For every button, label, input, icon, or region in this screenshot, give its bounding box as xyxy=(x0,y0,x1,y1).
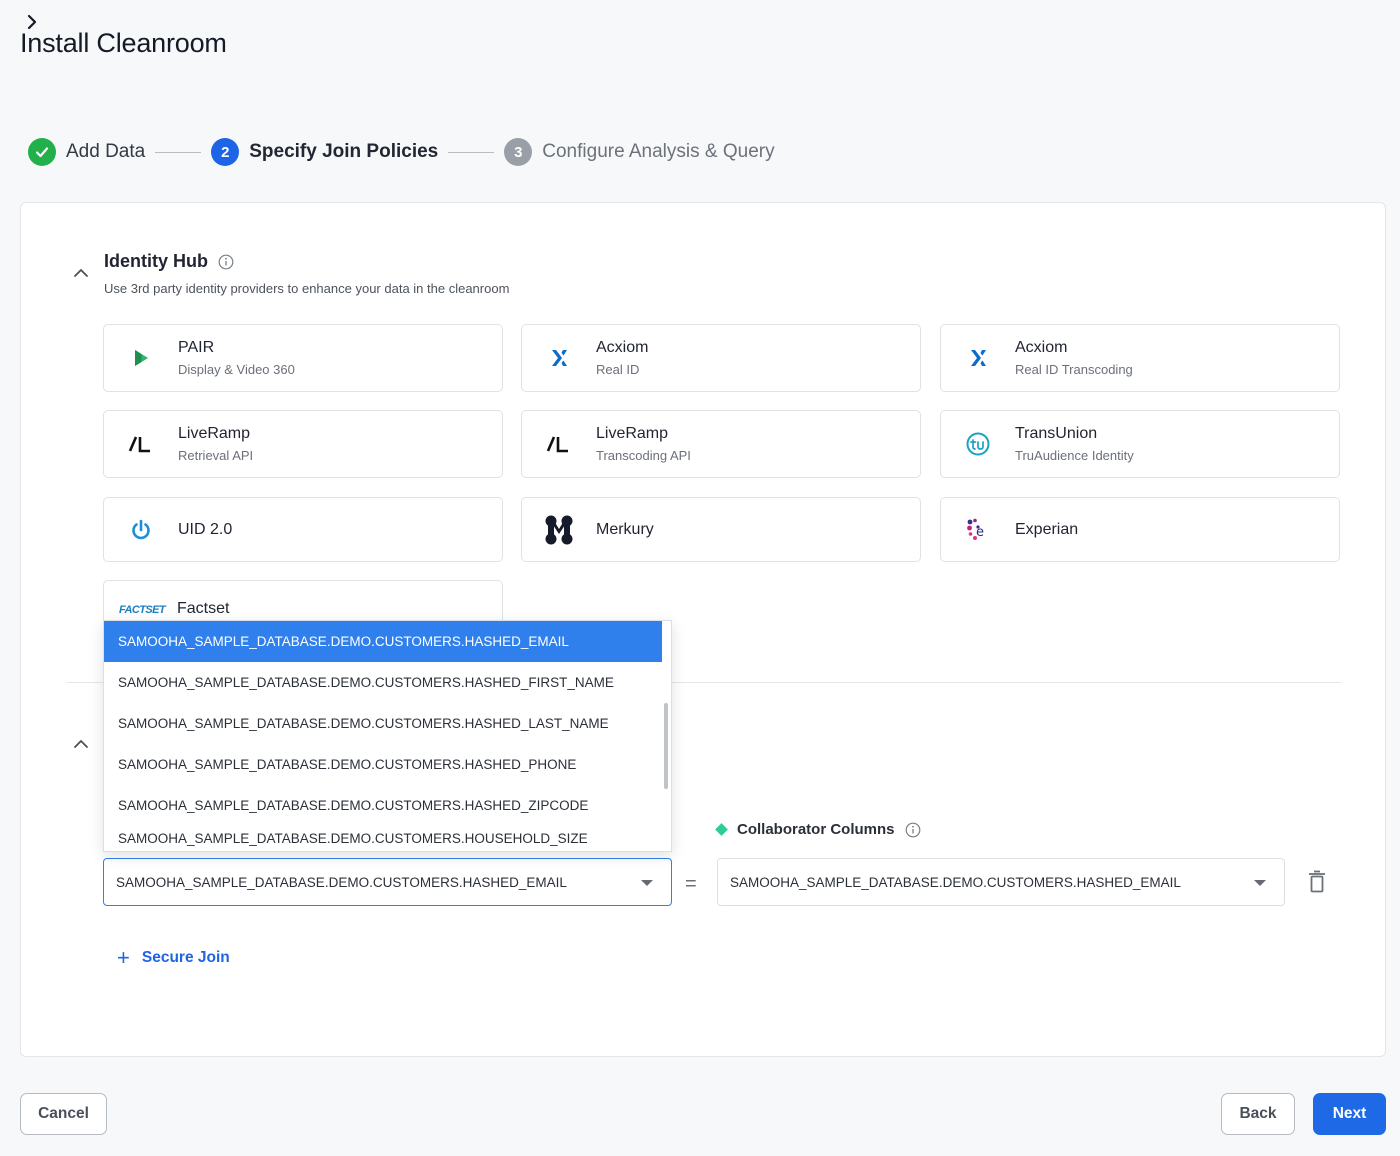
identity-hub-title-text: Identity Hub xyxy=(104,251,208,271)
dropdown-option[interactable]: SAMOOHA_SAMPLE_DATABASE.DEMO.CUSTOMERS.H… xyxy=(104,703,671,744)
provider-name: Acxiom xyxy=(596,339,649,356)
liveramp-icon xyxy=(541,426,577,462)
experian-icon: e xyxy=(960,512,996,548)
provider-desc: Real ID xyxy=(596,362,640,377)
main-card: Identity Hub Use 3rd party identity prov… xyxy=(20,202,1386,1057)
provider-tile-experian[interactable]: e Experian xyxy=(940,497,1340,562)
factset-logo-text: FACTSET xyxy=(119,604,166,616)
chevron-up-icon[interactable] xyxy=(73,736,89,752)
page-title: Install Cleanroom xyxy=(20,28,227,58)
check-icon xyxy=(28,138,56,166)
dropdown-option[interactable]: SAMOOHA_SAMPLE_DATABASE.DEMO.CUSTOMERS.H… xyxy=(104,621,662,662)
provider-desc: Retrieval API xyxy=(178,448,254,463)
provider-tile-acxiom-real-id[interactable]: Acxiom Real ID xyxy=(521,324,921,392)
svg-text:e: e xyxy=(976,525,984,540)
provider-name: TransUnion xyxy=(1015,425,1098,442)
column-dropdown-list[interactable]: SAMOOHA_SAMPLE_DATABASE.DEMO.CUSTOMERS.H… xyxy=(103,620,672,852)
transunion-icon xyxy=(960,426,996,462)
step-configure-analysis[interactable]: 3 Configure Analysis & Query xyxy=(504,138,775,166)
cancel-button[interactable]: Cancel xyxy=(20,1093,107,1135)
merkury-icon xyxy=(541,512,577,548)
provider-tile-merkury[interactable]: Merkury xyxy=(521,497,921,562)
provider-name: PAIR xyxy=(178,339,215,356)
back-button[interactable]: Back xyxy=(1221,1093,1295,1135)
provider-tile-liveramp-retrieval[interactable]: LiveRamp Retrieval API xyxy=(103,410,503,478)
trash-icon[interactable] xyxy=(1307,870,1327,894)
info-icon[interactable] xyxy=(218,254,234,270)
pair-play-icon xyxy=(123,340,159,376)
identity-hub-subtitle: Use 3rd party identity providers to enha… xyxy=(104,281,510,296)
collaborator-columns-label: Collaborator Columns xyxy=(715,821,921,838)
info-icon[interactable] xyxy=(905,822,921,838)
my-column-select[interactable]: SAMOOHA_SAMPLE_DATABASE.DEMO.CUSTOMERS.H… xyxy=(103,858,672,906)
provider-tile-acxiom-transcoding[interactable]: Acxiom Real ID Transcoding xyxy=(940,324,1340,392)
provider-name: Experian xyxy=(1015,520,1079,538)
provider-desc: Real ID Transcoding xyxy=(1015,362,1133,377)
provider-name: Merkury xyxy=(596,520,654,538)
provider-desc: Transcoding API xyxy=(596,448,691,463)
step-connector xyxy=(448,151,495,153)
dropdown-option[interactable]: SAMOOHA_SAMPLE_DATABASE.DEMO.CUSTOMERS.H… xyxy=(104,744,671,785)
plus-icon: + xyxy=(117,945,130,970)
provider-tile-transunion[interactable]: TransUnion TruAudience Identity xyxy=(940,410,1340,478)
provider-name: LiveRamp xyxy=(178,425,251,442)
provider-tile-liveramp-transcoding[interactable]: LiveRamp Transcoding API xyxy=(521,410,921,478)
identity-hub-title: Identity Hub xyxy=(104,251,234,272)
provider-desc: Display & Video 360 xyxy=(178,362,295,377)
step-label: Specify Join Policies xyxy=(249,141,439,162)
provider-desc: TruAudience Identity xyxy=(1015,448,1134,463)
provider-name: LiveRamp xyxy=(596,425,669,442)
provider-tile-pair[interactable]: PAIR Display & Video 360 xyxy=(103,324,503,392)
dropdown-scrollbar[interactable] xyxy=(664,703,668,789)
step-connector xyxy=(155,151,202,153)
dropdown-option[interactable]: SAMOOHA_SAMPLE_DATABASE.DEMO.CUSTOMERS.H… xyxy=(104,826,671,846)
dropdown-option[interactable]: SAMOOHA_SAMPLE_DATABASE.DEMO.CUSTOMERS.H… xyxy=(104,785,671,826)
dropdown-option[interactable]: SAMOOHA_SAMPLE_DATABASE.DEMO.CUSTOMERS.H… xyxy=(104,662,671,703)
provider-tile-uid2[interactable]: UID 2.0 xyxy=(103,497,503,562)
my-column-value: SAMOOHA_SAMPLE_DATABASE.DEMO.CUSTOMERS.H… xyxy=(116,874,567,890)
stepper: Add Data 2 Specify Join Policies 3 Confi… xyxy=(28,137,775,167)
provider-name: Factset xyxy=(177,600,230,617)
add-secure-join-button[interactable]: + Secure Join xyxy=(117,947,230,969)
provider-name: UID 2.0 xyxy=(178,520,233,538)
caret-down-icon xyxy=(641,880,653,886)
uid-power-icon xyxy=(123,512,159,548)
step-specify-join-policies[interactable]: 2 Specify Join Policies xyxy=(211,138,438,166)
collaborator-column-value: SAMOOHA_SAMPLE_DATABASE.DEMO.CUSTOMERS.H… xyxy=(730,874,1181,890)
acxiom-icon xyxy=(541,340,577,376)
factset-icon: FACTSET xyxy=(119,599,166,621)
liveramp-icon xyxy=(123,426,159,462)
equals-sign: = xyxy=(685,873,697,895)
next-button[interactable]: Next xyxy=(1313,1093,1386,1135)
secure-join-label: Secure Join xyxy=(141,949,230,966)
step-add-data[interactable]: Add Data xyxy=(28,138,145,166)
chevron-up-icon[interactable] xyxy=(73,265,89,281)
collaborator-column-select[interactable]: SAMOOHA_SAMPLE_DATABASE.DEMO.CUSTOMERS.H… xyxy=(717,858,1285,906)
collaborator-columns-text: Collaborator Columns xyxy=(737,821,895,838)
step-number: 2 xyxy=(211,138,240,166)
diamond-icon xyxy=(715,823,728,836)
caret-down-icon xyxy=(1254,880,1266,886)
provider-name: Acxiom xyxy=(1015,339,1068,356)
step-label: Add Data xyxy=(66,141,146,162)
step-label: Configure Analysis & Query xyxy=(542,141,775,162)
step-number: 3 xyxy=(504,138,533,166)
acxiom-icon xyxy=(960,340,996,376)
